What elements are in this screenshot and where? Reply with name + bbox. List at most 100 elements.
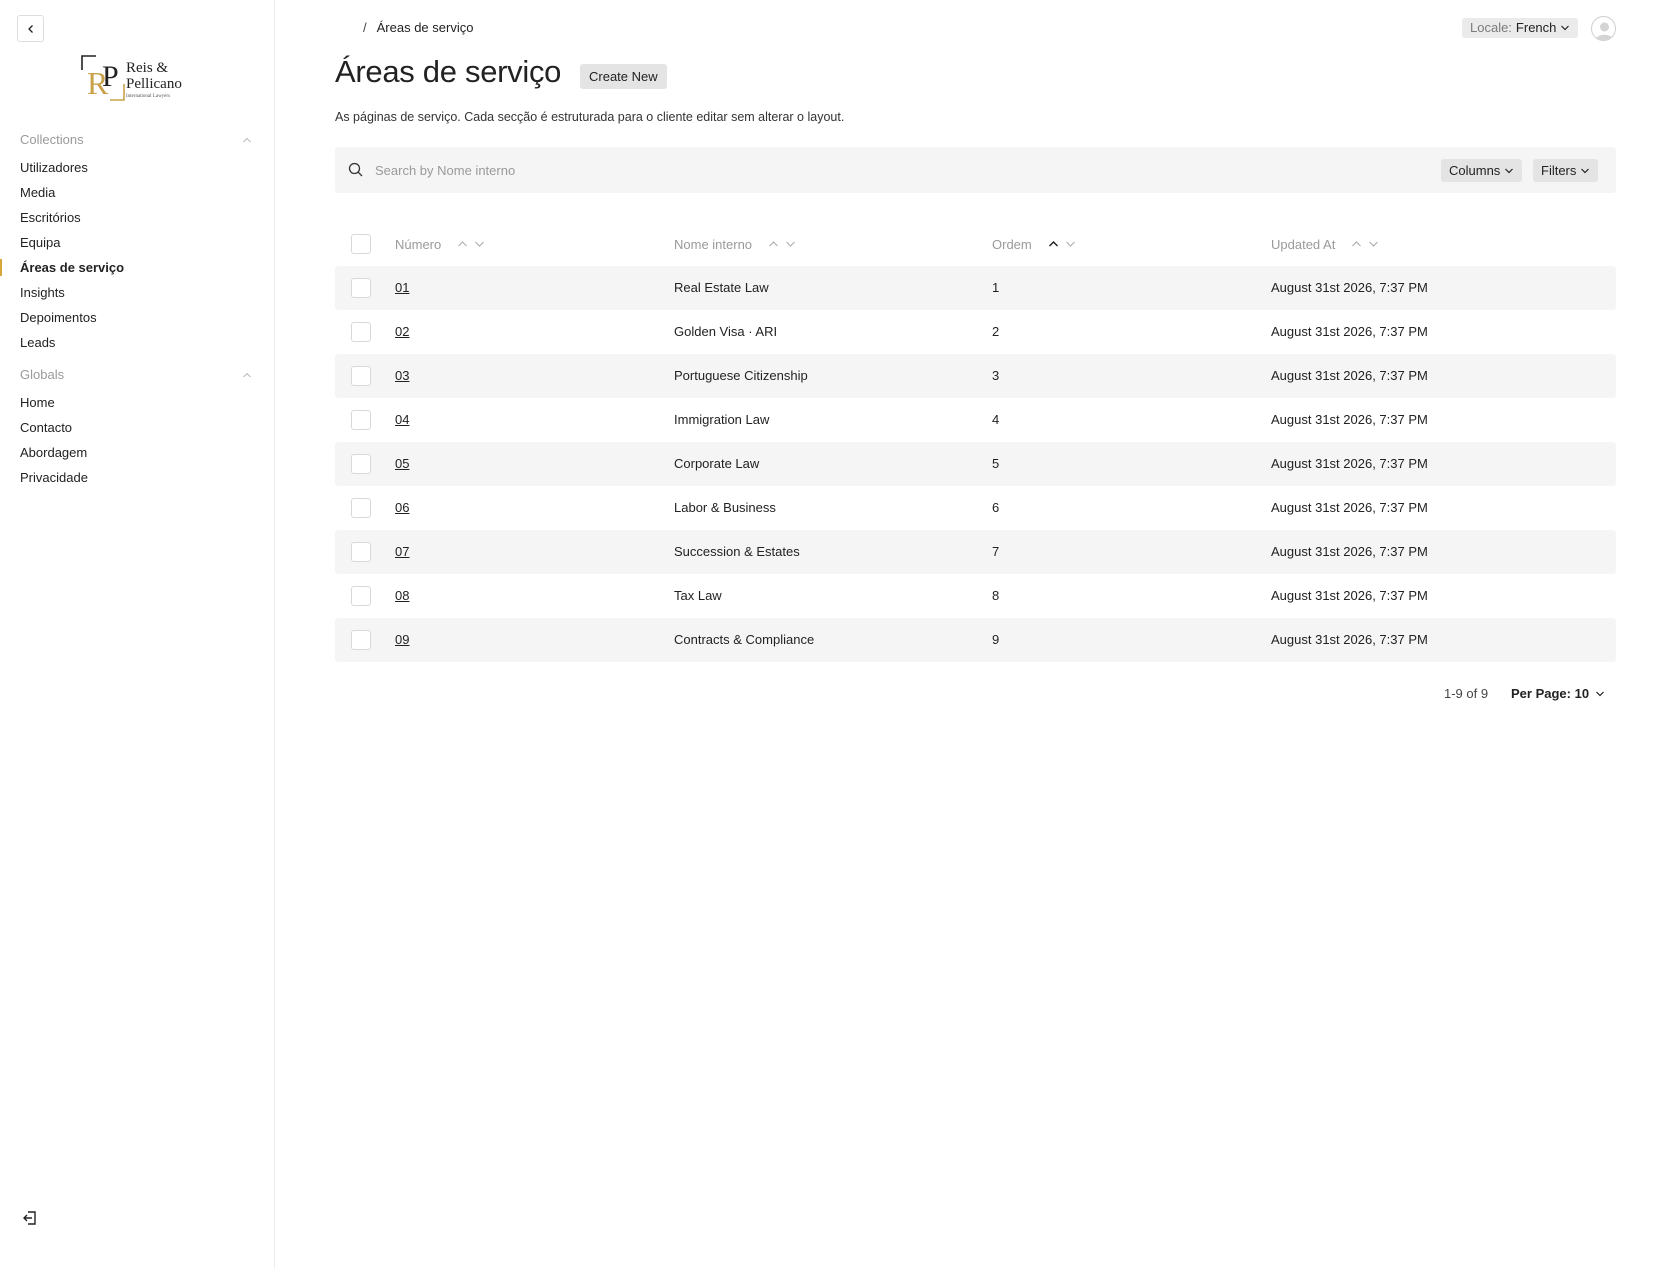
row-ordem: 5: [992, 456, 1000, 471]
data-table: Número Nome interno Ordem Updated At 01 …: [335, 222, 1616, 662]
row-checkbox[interactable]: [351, 278, 371, 298]
sidebar-item-home[interactable]: Home: [0, 390, 274, 415]
avatar[interactable]: [1591, 16, 1616, 41]
row-ordem: 6: [992, 500, 1000, 515]
row-numero-link[interactable]: 07: [395, 530, 409, 574]
row-nome-interno: Corporate Law: [674, 456, 760, 471]
brand-name-line1: Reis &: [126, 60, 169, 76]
row-numero-link[interactable]: 08: [395, 574, 409, 618]
per-page-label: Per Page: 10: [1511, 686, 1590, 701]
column-header-numero[interactable]: Número: [395, 222, 485, 266]
row-ordem: 4: [992, 412, 1000, 427]
sidebar-item-equipa[interactable]: Equipa: [0, 230, 274, 255]
column-header-nome-interno[interactable]: Nome interno: [674, 222, 796, 266]
row-ordem: 7: [992, 544, 1000, 559]
row-nome-interno: Real Estate Law: [674, 280, 769, 295]
columns-button[interactable]: Columns: [1441, 159, 1523, 182]
column-header-ordem[interactable]: Ordem: [992, 222, 1076, 266]
row-checkbox[interactable]: [351, 322, 371, 342]
page-title: Áreas de serviço: [335, 54, 562, 89]
locale-selector[interactable]: Locale: French: [1462, 18, 1579, 38]
row-checkbox[interactable]: [351, 586, 371, 606]
sidebar-item-media[interactable]: Media: [0, 180, 274, 205]
breadcrumb-separator: /: [363, 20, 367, 35]
table-row: 03 Portuguese Citizenship 3 August 31st …: [335, 354, 1616, 398]
sort-ascending-icon[interactable]: [1351, 240, 1362, 248]
row-numero-link[interactable]: 03: [395, 354, 409, 398]
nav-group-title: Globals: [20, 367, 65, 382]
search-input[interactable]: [375, 159, 1275, 181]
sidebar-item-leads[interactable]: Leads: [0, 330, 274, 355]
svg-text:P: P: [102, 60, 119, 93]
row-checkbox[interactable]: [351, 498, 371, 518]
row-updated-at: August 31st 2026, 7:37 PM: [1271, 368, 1428, 383]
row-checkbox[interactable]: [351, 366, 371, 386]
collections-nav: Utilizadores Media Escritórios Equipa Ár…: [0, 155, 274, 355]
row-nome-interno: Succession & Estates: [674, 544, 800, 559]
per-page-selector[interactable]: Per Page: 10: [1511, 686, 1605, 701]
sidebar-item-contacto[interactable]: Contacto: [0, 415, 274, 440]
row-checkbox[interactable]: [351, 542, 371, 562]
select-all-checkbox[interactable]: [351, 234, 371, 254]
row-updated-at: August 31st 2026, 7:37 PM: [1271, 280, 1428, 295]
logout-button[interactable]: [20, 1208, 40, 1228]
row-numero-link[interactable]: 05: [395, 442, 409, 486]
column-header-updated-at[interactable]: Updated At: [1271, 222, 1379, 266]
sidebar-item-abordagem[interactable]: Abordagem: [0, 440, 274, 465]
row-ordem: 8: [992, 588, 1000, 603]
table-row: 01 Real Estate Law 1 August 31st 2026, 7…: [335, 266, 1616, 310]
sort-descending-icon[interactable]: [785, 240, 796, 248]
row-checkbox[interactable]: [351, 630, 371, 650]
sort-ascending-icon[interactable]: [457, 240, 468, 248]
brand-logo[interactable]: R P Reis & Pellicano International Lawye…: [80, 54, 200, 106]
sidebar-item-escritorios[interactable]: Escritórios: [0, 205, 274, 230]
sort-ascending-icon[interactable]: [1048, 240, 1059, 248]
sort-descending-icon[interactable]: [1065, 240, 1076, 248]
row-nome-interno: Golden Visa · ARI: [674, 324, 778, 339]
sidebar-item-utilizadores[interactable]: Utilizadores: [0, 155, 274, 180]
row-nome-interno: Contracts & Compliance: [674, 632, 815, 647]
table-row: 08 Tax Law 8 August 31st 2026, 7:37 PM: [335, 574, 1616, 618]
sort-descending-icon[interactable]: [1368, 240, 1379, 248]
sidebar: R P Reis & Pellicano International Lawye…: [0, 0, 275, 1268]
breadcrumb: / Áreas de serviço: [363, 20, 473, 35]
sort-ascending-icon[interactable]: [768, 240, 779, 248]
row-checkbox[interactable]: [351, 410, 371, 430]
logout-icon: [23, 1211, 36, 1225]
search-bar: Columns Filters: [335, 147, 1616, 193]
row-nome-interno: Tax Law: [674, 588, 722, 603]
globals-nav: Home Contacto Abordagem Privacidade: [0, 390, 274, 490]
row-nome-interno: Portuguese Citizenship: [674, 368, 808, 383]
row-ordem: 1: [992, 280, 1000, 295]
table-row: 05 Corporate Law 5 August 31st 2026, 7:3…: [335, 442, 1616, 486]
chevron-left-icon: [27, 24, 33, 33]
row-numero-link[interactable]: 04: [395, 398, 409, 442]
create-new-button[interactable]: Create New: [580, 64, 667, 89]
row-nome-interno: Immigration Law: [674, 412, 770, 427]
row-updated-at: August 31st 2026, 7:37 PM: [1271, 324, 1428, 339]
column-label: Nome interno: [674, 236, 753, 252]
row-numero-link[interactable]: 02: [395, 310, 409, 354]
nav-group-globals[interactable]: Globals: [20, 367, 252, 382]
sidebar-item-depoimentos[interactable]: Depoimentos: [0, 305, 274, 330]
row-checkbox[interactable]: [351, 454, 371, 474]
filters-button[interactable]: Filters: [1533, 159, 1599, 182]
sidebar-item-insights[interactable]: Insights: [0, 280, 274, 305]
row-ordem: 9: [992, 632, 1000, 647]
sort-descending-icon[interactable]: [474, 240, 485, 248]
pagination-range: 1-9 of 9: [1444, 686, 1489, 701]
sidebar-item-areas-de-servico[interactable]: Áreas de serviço: [0, 255, 274, 280]
table-row: 02 Golden Visa · ARI 2 August 31st 2026,…: [335, 310, 1616, 354]
row-nome-interno: Labor & Business: [674, 500, 776, 515]
row-updated-at: August 31st 2026, 7:37 PM: [1271, 412, 1428, 427]
collapse-sidebar-button[interactable]: [17, 15, 44, 42]
sidebar-item-privacidade[interactable]: Privacidade: [0, 465, 274, 490]
row-updated-at: August 31st 2026, 7:37 PM: [1271, 456, 1428, 471]
table-row: 04 Immigration Law 4 August 31st 2026, 7…: [335, 398, 1616, 442]
row-numero-link[interactable]: 06: [395, 486, 409, 530]
nav-group-collections[interactable]: Collections: [20, 132, 252, 147]
row-numero-link[interactable]: 09: [395, 618, 409, 662]
brand-tagline: International Lawyers: [126, 94, 171, 99]
column-label: Ordem: [992, 236, 1032, 252]
row-numero-link[interactable]: 01: [395, 266, 409, 310]
